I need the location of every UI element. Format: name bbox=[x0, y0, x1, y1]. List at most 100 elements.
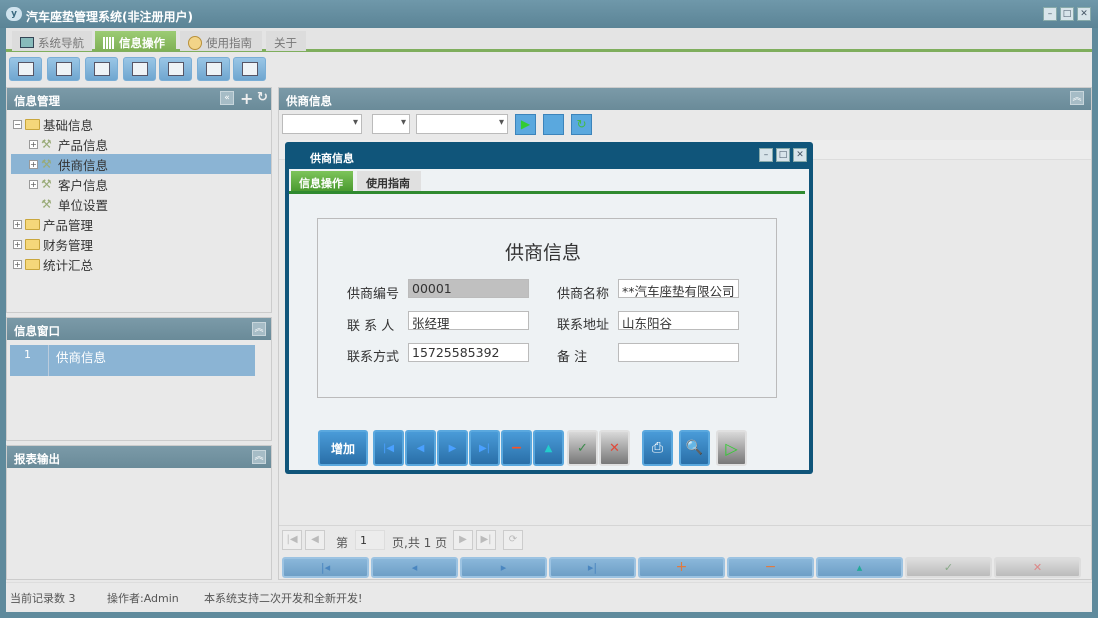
add-icon[interactable]: + bbox=[240, 89, 253, 108]
collapse-icon[interactable]: ︽ bbox=[252, 450, 266, 464]
refresh-icon[interactable]: ↻ bbox=[257, 90, 268, 105]
add-record-button[interactable]: + bbox=[638, 557, 725, 578]
document-button[interactable] bbox=[85, 57, 118, 81]
remark-field[interactable] bbox=[618, 343, 739, 362]
expand-toggle-icon[interactable]: + bbox=[13, 220, 22, 229]
folder-icon bbox=[25, 239, 40, 250]
expand-toggle-icon[interactable]: + bbox=[13, 260, 22, 269]
prev-icon: ◀ bbox=[417, 443, 425, 454]
maximize-icon[interactable]: □ bbox=[1060, 7, 1074, 21]
window-add-button[interactable] bbox=[197, 57, 230, 81]
contact-field[interactable]: 张经理 bbox=[408, 311, 529, 330]
tab-system-nav[interactable]: 系统导航 bbox=[12, 31, 92, 51]
user-button[interactable] bbox=[543, 114, 564, 135]
play-icon: ▷ bbox=[725, 439, 737, 458]
delete-button[interactable]: − bbox=[501, 430, 532, 466]
prev-button[interactable]: ◀ bbox=[405, 430, 436, 466]
save-button[interactable]: ✓ bbox=[567, 430, 598, 466]
address-field[interactable]: 山东阳谷 bbox=[618, 311, 739, 330]
filter-select-2[interactable] bbox=[372, 114, 410, 134]
pager-divider bbox=[279, 525, 1091, 526]
last-page-button[interactable]: ▶| bbox=[476, 530, 496, 550]
tab-guide[interactable]: 使用指南 bbox=[180, 31, 262, 51]
cancel-button[interactable]: ✕ bbox=[599, 430, 630, 466]
dialog-maximize-icon[interactable]: □ bbox=[776, 148, 790, 162]
dialog-tab-info-ops[interactable]: 信息操作 bbox=[291, 171, 353, 191]
supplier-name-label: 供商名称 bbox=[557, 283, 609, 302]
close-icon[interactable]: ✕ bbox=[1077, 7, 1091, 21]
tab-info-ops[interactable]: 信息操作 bbox=[95, 31, 176, 51]
dialog-tab-guide[interactable]: 使用指南 bbox=[357, 171, 421, 191]
expand-toggle-icon[interactable]: + bbox=[29, 140, 38, 149]
first-record-button[interactable]: |◂ bbox=[282, 557, 369, 578]
expand-toggle-icon[interactable]: + bbox=[13, 240, 22, 249]
next-record-button[interactable]: ▸ bbox=[460, 557, 547, 578]
dialog-minimize-icon[interactable]: – bbox=[759, 148, 773, 162]
last-record-button[interactable]: ▸| bbox=[549, 557, 636, 578]
dialog-tab-underline bbox=[289, 191, 805, 194]
monitor-button[interactable] bbox=[159, 57, 192, 81]
tree-item-product-info[interactable]: +⚒产品信息 bbox=[29, 134, 108, 154]
panel-header: 信息窗口 bbox=[7, 318, 271, 340]
tools-icon: ⚒ bbox=[41, 177, 55, 191]
tree-item-unit-settings[interactable]: ⚒单位设置 bbox=[41, 194, 108, 214]
calendar-button[interactable] bbox=[233, 57, 266, 81]
search-doc-button[interactable] bbox=[9, 57, 42, 81]
window-add-icon bbox=[206, 62, 222, 76]
edit-button[interactable]: ▲ bbox=[533, 430, 564, 466]
first-page-button[interactable]: |◀ bbox=[282, 530, 302, 550]
refresh-button[interactable]: ↻ bbox=[571, 114, 592, 135]
tree-item-product-mgmt[interactable]: +产品管理 bbox=[13, 214, 93, 234]
tree-item-customer-info[interactable]: +⚒客户信息 bbox=[29, 174, 108, 194]
tab-label: 信息操作 bbox=[299, 177, 343, 190]
tree-item-supplier-info[interactable]: +⚒供商信息 bbox=[29, 154, 108, 174]
supplier-name-field[interactable]: **汽车座垫有限公司 bbox=[618, 279, 739, 298]
refresh-icon: ↻ bbox=[576, 117, 586, 131]
next-button[interactable]: ▶ bbox=[437, 430, 468, 466]
tab-label: 使用指南 bbox=[206, 35, 252, 51]
list-button[interactable] bbox=[47, 57, 80, 81]
collapse-toggle-icon[interactable]: − bbox=[13, 120, 22, 129]
tree-label: 产品信息 bbox=[58, 135, 108, 154]
monitor-icon bbox=[168, 62, 184, 76]
expand-toggle-icon[interactable]: + bbox=[29, 180, 38, 189]
collapse-icon[interactable]: « bbox=[220, 91, 234, 105]
tree-label: 财务管理 bbox=[43, 235, 93, 254]
add-button[interactable]: 增加 bbox=[318, 430, 368, 466]
expand-toggle-icon[interactable]: + bbox=[29, 160, 38, 169]
run-button[interactable]: ▶ bbox=[515, 114, 536, 135]
next-page-button[interactable]: ▶ bbox=[453, 530, 473, 550]
cancel-record-button[interactable]: ✕ bbox=[994, 557, 1081, 578]
filter-select-3[interactable] bbox=[416, 114, 508, 134]
page-input[interactable]: 1 bbox=[355, 530, 385, 550]
minimize-icon[interactable]: – bbox=[1043, 7, 1057, 21]
monitor-icon bbox=[20, 37, 34, 48]
minus-icon: − bbox=[511, 440, 523, 456]
phone-field[interactable]: 15725585392 bbox=[408, 343, 529, 362]
filter-select-1[interactable] bbox=[282, 114, 362, 134]
supplier-code-label: 供商编号 bbox=[347, 283, 399, 302]
list-item[interactable]: 1 供商信息 bbox=[10, 345, 255, 376]
dialog-close-icon[interactable]: ✕ bbox=[793, 148, 807, 162]
tree-item-stats[interactable]: +统计汇总 bbox=[13, 254, 93, 274]
edit-record-button[interactable]: ▴ bbox=[816, 557, 903, 578]
prev-record-button[interactable]: ◂ bbox=[371, 557, 458, 578]
print-button[interactable]: ⎙ bbox=[642, 430, 673, 466]
collapse-icon[interactable]: ︽ bbox=[252, 322, 266, 336]
refresh-page-button[interactable]: ⟳ bbox=[503, 530, 523, 550]
save-record-button[interactable]: ✓ bbox=[905, 557, 992, 578]
tree-item-basic-info[interactable]: −基础信息 bbox=[13, 114, 93, 134]
users-button[interactable] bbox=[123, 57, 156, 81]
last-button[interactable]: ▶| bbox=[469, 430, 500, 466]
collapse-icon[interactable]: ︽ bbox=[1070, 91, 1084, 105]
supplier-code-field: 00001 bbox=[408, 279, 529, 298]
delete-record-button[interactable]: − bbox=[727, 557, 814, 578]
preview-button[interactable]: 🔍 bbox=[679, 430, 710, 466]
print-preview-icon: 🔍 bbox=[686, 440, 703, 456]
dialog-title: 供商信息 bbox=[310, 150, 354, 166]
first-button[interactable]: |◀ bbox=[373, 430, 404, 466]
tree-item-finance-mgmt[interactable]: + 财务管理 bbox=[13, 234, 93, 254]
prev-page-button[interactable]: ◀ bbox=[305, 530, 325, 550]
run-dialog-button[interactable]: ▷ bbox=[716, 430, 747, 466]
tab-about[interactable]: 关于 bbox=[266, 31, 306, 51]
